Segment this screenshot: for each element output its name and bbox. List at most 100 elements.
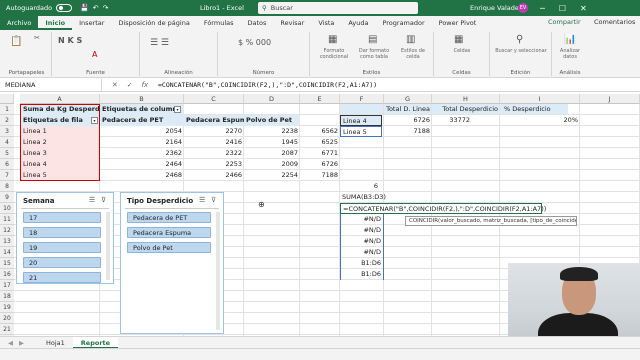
row-header-11[interactable]: 11 (0, 214, 14, 225)
pivot-value[interactable]: 2362 (100, 148, 184, 159)
summary-header[interactable]: Total D. Linea (384, 104, 432, 115)
pivot-column-label[interactable]: Polvo de Pet (244, 115, 300, 126)
pivot-value[interactable]: 2253 (184, 159, 244, 170)
pivot-value[interactable]: 2466 (184, 170, 244, 181)
bold-icon[interactable]: N K S (58, 36, 82, 45)
summary-value[interactable]: 20% (500, 115, 580, 126)
row-header-16[interactable]: 16 (0, 269, 14, 280)
pivot-column-header[interactable]: Etiquetas de columna (100, 104, 184, 115)
tab-ayuda[interactable]: Ayuda (341, 16, 375, 30)
row-header-1[interactable]: 1 (0, 104, 14, 115)
sheet-nav-icons[interactable]: ◀▶ (0, 337, 38, 349)
row-header-14[interactable]: 14 (0, 247, 14, 258)
row-header-3[interactable]: 3 (0, 126, 14, 137)
row-header-12[interactable]: 12 (0, 225, 14, 236)
quick-access-icons[interactable]: 💾↶↷ (80, 4, 112, 12)
cell-f10-editing[interactable]: =CONCATENAR("B",COINCIDIR(F2,),":D",COIN… (340, 203, 546, 214)
cell-f-result[interactable]: #N/D (340, 236, 384, 247)
fx-icon[interactable]: fx (142, 81, 149, 89)
pivot-value[interactable]: 2254 (244, 170, 300, 181)
slicer-item-semana[interactable]: 19 (23, 242, 101, 253)
slicer-scrollbar[interactable] (106, 212, 110, 280)
pivot-value[interactable]: 2164 (100, 137, 184, 148)
row-header-21[interactable]: 21 (0, 324, 14, 335)
column-header-b[interactable]: B (100, 94, 184, 104)
share-button[interactable]: Compartir (548, 18, 581, 26)
sheet-tab-hoja1[interactable]: Hoja1 (38, 337, 73, 349)
pivot-value-header[interactable]: Suma de Kg Desperdicio (20, 104, 112, 115)
row-header-5[interactable]: 5 (0, 148, 14, 159)
column-header-j[interactable]: J (580, 94, 640, 104)
pivot-value[interactable]: 6525 (300, 137, 340, 148)
tab-revisar[interactable]: Revisar (273, 16, 311, 30)
pivot-row-label[interactable]: Linea 5 (20, 170, 100, 181)
cell-f8[interactable]: 6 (340, 181, 380, 192)
row-header-13[interactable]: 13 (0, 236, 14, 247)
cell-styles-icon[interactable]: ▥ (406, 34, 415, 45)
find-icon[interactable]: ⚲ (516, 34, 523, 45)
percent-icon[interactable]: $ % 000 (238, 38, 271, 47)
pivot-row-label[interactable]: Linea 3 (20, 148, 100, 159)
sheet-tab-reporte[interactable]: Reporte (72, 336, 119, 349)
pivot-row-label[interactable]: Linea 2 (20, 137, 100, 148)
name-box[interactable]: MEDIANA (2, 78, 102, 91)
pivot-value[interactable]: 2087 (244, 148, 300, 159)
slicer-item-semana[interactable]: 18 (23, 227, 101, 238)
row-header-8[interactable]: 8 (0, 181, 14, 192)
pivot-value[interactable]: 2054 (100, 126, 184, 137)
tab-programador[interactable]: Programador (375, 16, 431, 30)
column-header-c[interactable]: C (184, 94, 244, 104)
slicer-item-semana[interactable]: 21 (23, 272, 101, 283)
filter-dropdown-icon[interactable]: ▾ (174, 106, 181, 113)
summary-header[interactable]: Total Desperdicio (432, 104, 500, 115)
pivot-row-label[interactable]: Linea 4 (20, 159, 100, 170)
tab-power-pivot[interactable]: Power Pivot (432, 16, 484, 30)
formula-bar-icons[interactable]: ✕ ✓ fx (102, 81, 158, 89)
paste-icon[interactable]: 📋 (10, 36, 22, 47)
row-header-4[interactable]: 4 (0, 137, 14, 148)
row-header-7[interactable]: 7 (0, 170, 14, 181)
pivot-value[interactable]: 1945 (244, 137, 300, 148)
column-header-f[interactable]: F (340, 94, 384, 104)
tab-insertar[interactable]: Insertar (72, 16, 111, 30)
tab-inicio[interactable]: Inicio (38, 16, 73, 30)
pivot-value[interactable]: 2464 (100, 159, 184, 170)
slicer-item-semana[interactable]: 17 (23, 212, 101, 223)
cell-f-result[interactable]: #N/D (340, 225, 384, 236)
table-format-icon[interactable]: ▤ (368, 34, 377, 45)
tab-disposici-n-de-p-gina[interactable]: Disposición de página (111, 16, 196, 30)
row-header-15[interactable]: 15 (0, 258, 14, 269)
tab-f-rmulas[interactable]: Fórmulas (197, 16, 241, 30)
tab-vista[interactable]: Vista (311, 16, 341, 30)
pivot-value[interactable]: 6562 (300, 126, 340, 137)
multi-select-icon[interactable]: ☰ (199, 196, 205, 204)
column-header-h[interactable]: H (432, 94, 500, 104)
slicer-item-tipo[interactable]: Pedacera de PET (127, 212, 211, 223)
pivot-value[interactable]: 2270 (184, 126, 244, 137)
pivot-row-header[interactable]: Etiquetas de fila (20, 115, 100, 126)
avatar[interactable]: EV (518, 3, 528, 13)
enter-icon[interactable]: ✓ (127, 81, 133, 89)
cut-icon[interactable]: ✂ (34, 34, 40, 42)
align-icon[interactable]: ☰ ☰ (150, 38, 169, 48)
column-header-i[interactable]: I (500, 94, 580, 104)
slicer-scrollbar[interactable] (216, 212, 220, 330)
row-header-9[interactable]: 9 (0, 192, 14, 203)
column-header-a[interactable]: A (20, 94, 100, 104)
cell-f-result[interactable]: #N/D (340, 247, 384, 258)
row-header-18[interactable]: 18 (0, 291, 14, 302)
pivot-value[interactable]: 7188 (300, 170, 340, 181)
cancel-icon[interactable]: ✕ (112, 81, 118, 89)
comments-button[interactable]: Comentarios (594, 18, 635, 26)
pivot-value[interactable]: 2322 (184, 148, 244, 159)
font-color-icon[interactable]: A (92, 50, 97, 59)
column-header-e[interactable]: E (300, 94, 340, 104)
slicer-item-semana[interactable]: 20 (23, 257, 101, 268)
summary-line[interactable]: Linea 4 (340, 115, 382, 126)
cell-f9[interactable]: SUMA(B3:D3) (340, 192, 386, 203)
filter-dropdown-icon[interactable]: ▾ (91, 117, 98, 124)
pivot-value[interactable]: 2238 (244, 126, 300, 137)
pivot-column-label[interactable]: Pedacera de PET (100, 115, 184, 126)
row-header-20[interactable]: 20 (0, 313, 14, 324)
summary-value[interactable]: 7188 (384, 126, 432, 137)
